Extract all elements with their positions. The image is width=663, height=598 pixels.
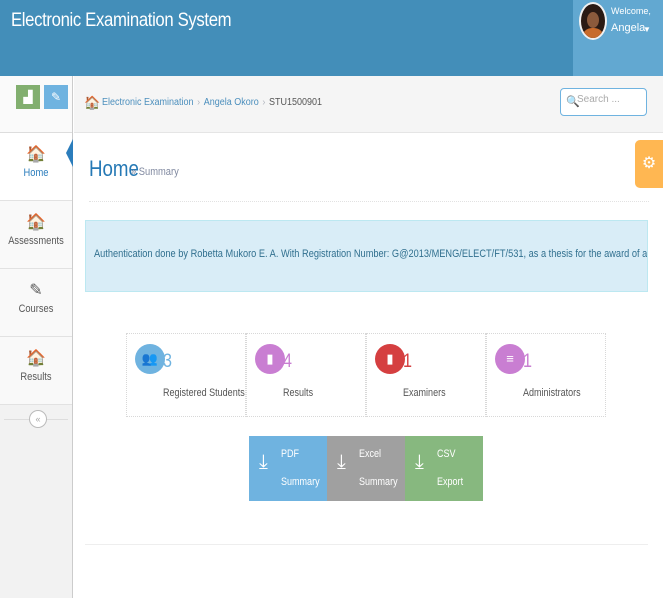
download-icon: ⤓ [259, 451, 268, 473]
file-icon: ▮ [375, 344, 405, 374]
button-label: PDF [281, 448, 300, 460]
home-icon: 🏠 [26, 214, 46, 231]
app-title[interactable]: Electronic Examination System [11, 10, 232, 32]
breadcrumb-link-exam[interactable]: Electronic Examination [102, 97, 194, 108]
welcome-text: Welcome, [611, 6, 651, 16]
stat-label: Registered Students [163, 387, 245, 399]
sidebar-collapse: « [0, 405, 72, 435]
infobox-examiners[interactable]: ▮ 1 Examiners [366, 333, 486, 417]
stat-value: 4 [283, 351, 292, 372]
stat-label: Results [283, 387, 314, 399]
caret-down-icon: ▼ [643, 25, 651, 34]
sidebar: ▟ ✎ 🏠 Home 🏠 Assessments ✎ Courses 🏠 Res… [0, 76, 73, 598]
search-input[interactable] [577, 94, 643, 105]
breadcrumb: 🏠 Electronic Examination › Angela Okoro › ST… [74, 76, 663, 133]
stat-value: 3 [163, 351, 172, 372]
stat-value: 1 [403, 351, 412, 372]
pencil-icon: ✎ [50, 90, 62, 104]
export-buttons: ⤓ PDF Summary ⤓ Excel Summary ⤓ CSV Expo… [249, 436, 483, 501]
pdf-summary-button[interactable]: ⤓ PDF Summary [249, 436, 327, 501]
divider [85, 544, 648, 545]
stat-label: Examiners [403, 387, 446, 399]
infobox-registered-students[interactable]: 👥 3 Registered Students [126, 333, 246, 417]
button-label: Excel [359, 448, 382, 460]
sidebar-item-results[interactable]: 🏠 Results [0, 337, 72, 405]
file-icon: ▮ [255, 344, 285, 374]
stat-value: 1 [523, 351, 532, 372]
sidebar-item-assessments[interactable]: 🏠 Assessments [0, 201, 72, 269]
home-icon: 🏠 [84, 95, 101, 110]
chevron-right-icon: › [262, 97, 266, 108]
sidebar-item-label: Home [23, 167, 49, 179]
info-alert: Authentication done by Robetta Mukoro E.… [85, 220, 648, 292]
stats-row: 👥 3 Registered Students ▮ 4 Results ▮ 1 … [126, 333, 606, 417]
download-icon: ⤓ [337, 451, 346, 473]
button-label: CSV [437, 448, 456, 460]
avatar [579, 2, 607, 40]
user-menu[interactable]: Welcome, Angela ▼ [573, 0, 663, 76]
chart-shortcut-button[interactable]: ▟ [16, 85, 40, 109]
sidebar-item-home[interactable]: 🏠 Home [0, 133, 73, 201]
home-icon: 🏠 [26, 146, 46, 163]
double-chevron-left-icon[interactable]: « [29, 410, 47, 428]
navbar: Electronic Examination System Welcome, A… [0, 0, 663, 76]
alert-text: Authentication done by Robetta Mukoro E.… [94, 248, 648, 260]
csv-export-button[interactable]: ⤓ CSV Export [405, 436, 483, 501]
chevron-right-icon: › [197, 97, 201, 108]
sidebar-item-label: Results [20, 371, 52, 383]
users-icon: 👥 [135, 344, 165, 374]
home-icon: 🏠 [26, 350, 46, 367]
download-icon: ⤓ [415, 451, 424, 473]
excel-summary-button[interactable]: ⤓ Excel Summary [327, 436, 405, 501]
edit-shortcut-button[interactable]: ✎ [44, 85, 68, 109]
page-header: Home » Summary [89, 150, 649, 202]
username: Angela [611, 22, 646, 34]
search-box: 🔍 [560, 88, 647, 116]
infobox-administrators[interactable]: ≡ 1 Administrators [486, 333, 606, 417]
stat-label: Administrators [523, 387, 581, 399]
button-label: Summary [359, 476, 398, 488]
page-subtitle: » Summary [131, 166, 179, 178]
list-icon: ≡ [495, 344, 525, 374]
edit-icon: ✎ [29, 282, 43, 299]
breadcrumb-current: STU1500901 [269, 97, 323, 108]
sidebar-item-label: Assessments [8, 235, 64, 247]
sidebar-shortcuts: ▟ ✎ [0, 76, 72, 133]
button-label: Export [437, 476, 464, 488]
breadcrumb-link-user[interactable]: Angela Okoro [204, 97, 259, 108]
infobox-results[interactable]: ▮ 4 Results [246, 333, 366, 417]
bar-chart-icon: ▟ [23, 90, 33, 104]
sidebar-item-label: Courses [18, 303, 54, 315]
sidebar-item-courses[interactable]: ✎ Courses [0, 269, 72, 337]
button-label: Summary [281, 476, 320, 488]
